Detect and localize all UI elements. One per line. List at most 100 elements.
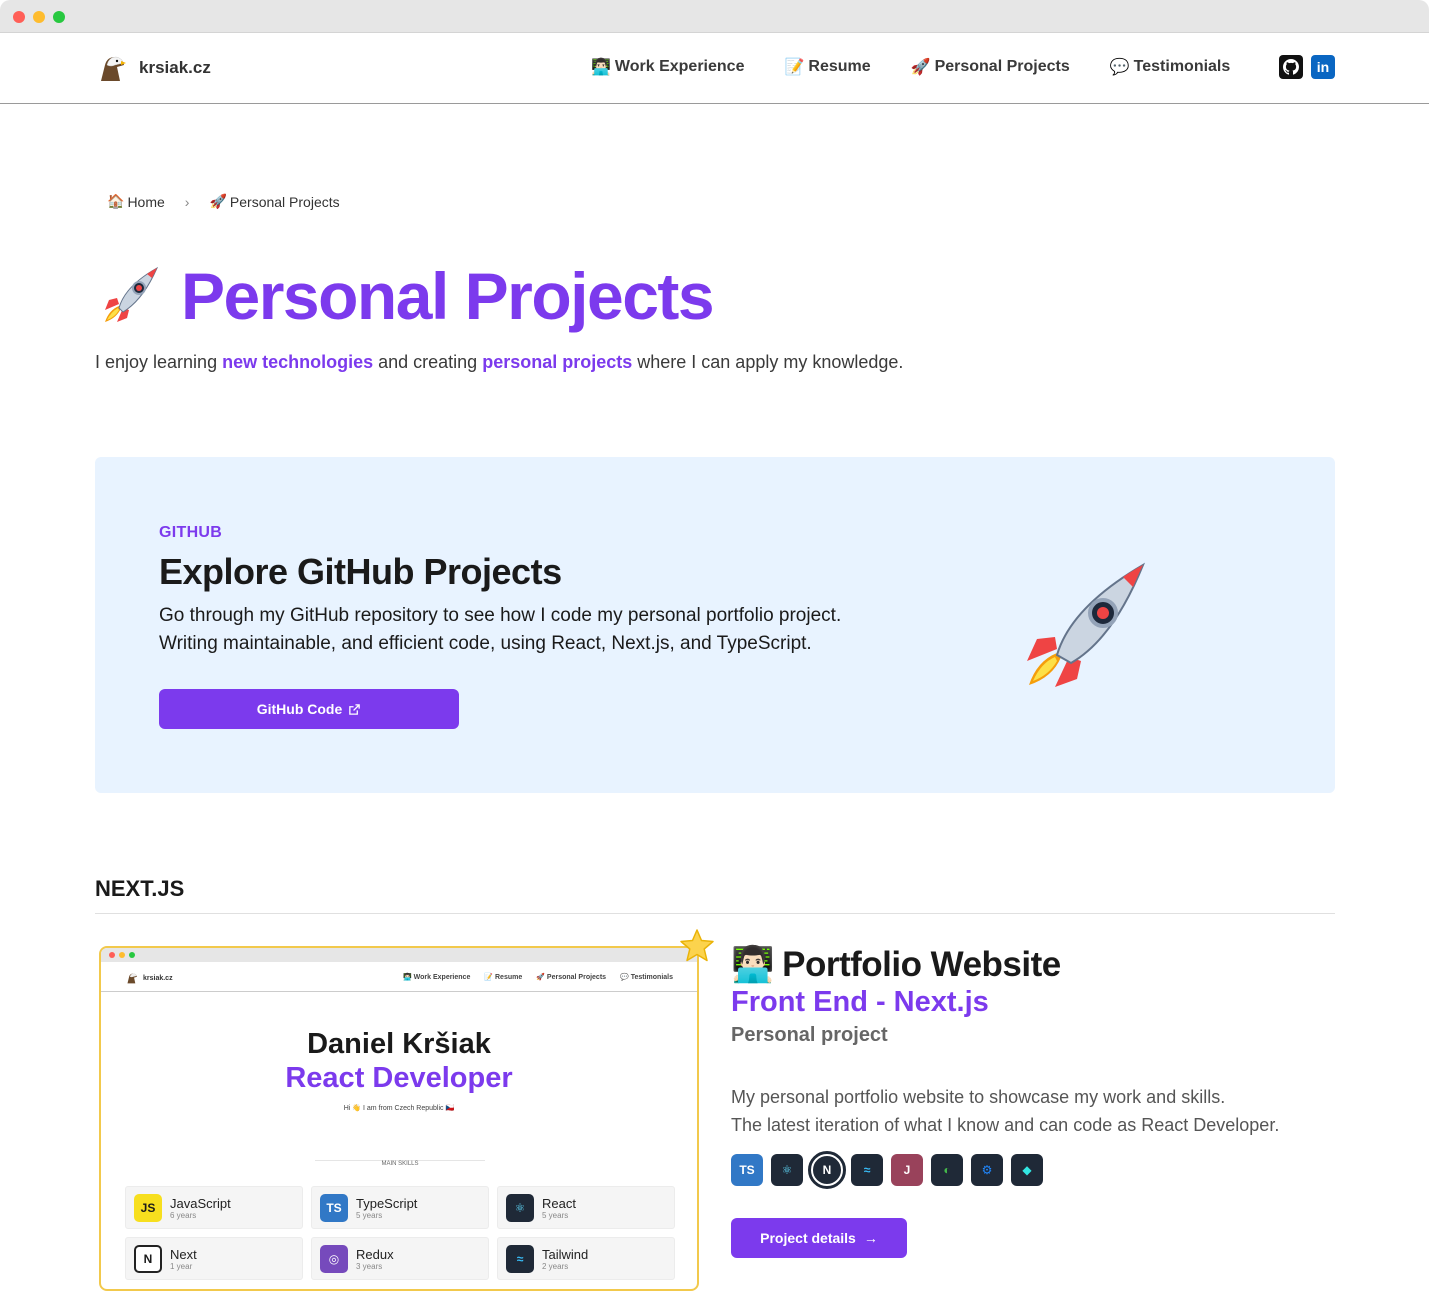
preview-skills-label: MAIN SKILLS [315,1160,485,1167]
preview-header: krsiak.cz 👨🏻‍💻 Work Experience 📝 Resume … [101,962,697,992]
project-subtitle: Front End - Next.js [731,986,989,1018]
preview-skill-name: JavaScript [170,1195,231,1211]
external-link-icon [349,703,361,715]
linkedin-icon[interactable]: in [1311,55,1335,79]
preview-dot [109,952,115,958]
preview-dot [119,952,125,958]
preview-skill-text: React 5 years [542,1196,576,1220]
preview-skill-name: Redux [356,1246,394,1262]
tailwind-icon: ≈ [506,1244,534,1273]
nav-label: Personal Projects [934,58,1070,75]
preview-skill-card: ⚛ React 5 years [497,1186,675,1229]
speech-bubble-icon: 💬 [1109,59,1130,76]
window-titlebar [0,0,1429,33]
button-label: GitHub Code [256,701,343,717]
section-title: NEXT.JS [95,876,185,901]
maximize-window-button[interactable] [53,11,65,23]
github-actions-icon: ⚙ [971,1154,1003,1186]
technologist-icon: 👨🏻‍💻 [731,945,775,984]
jest-icon: J [891,1154,923,1186]
chevron-right-icon: › [184,193,190,210]
description-line: Go through my GitHub repository to see h… [159,605,842,626]
nextjs-icon: N [808,1151,846,1189]
preview-skills-grid: JS JavaScript 6 years TS TypeScript 5 years ⚛ R… [125,1186,675,1280]
minimize-window-button[interactable] [33,11,45,23]
tech-stack: TS ⚛ N ≈ J ◐ ⚙ ◆ [731,1151,1043,1189]
preview-skill-card: N Next 1 year [125,1237,303,1280]
preview-skill-years: 2 years [542,1261,569,1271]
preview-dot [129,952,135,958]
nav-work-experience[interactable]: 👨🏻‍💻 Work Experience [591,57,744,77]
project-title-text: Portfolio Website [782,944,1061,984]
close-window-button[interactable] [13,11,25,23]
preview-skill-card: JS JavaScript 6 years [125,1186,303,1229]
site-logo-link[interactable]: krsiak.cz [95,51,211,85]
rocket-icon: 🚀 [209,193,227,209]
preview-skill-card: ◎ Redux 3 years [311,1237,489,1280]
star-icon [680,929,714,962]
preview-skill-text: Tailwind 2 years [542,1247,588,1271]
preview-skill-years: 5 years [542,1210,569,1220]
preview-skill-card: ≈ Tailwind 2 years [497,1237,675,1280]
breadcrumb-home[interactable]: 🏠 Home [107,193,165,210]
preview-nav-item: 👨🏻‍💻 Work Experience [403,974,471,981]
preview-role: React Developer [285,1062,513,1094]
rocket-icon: 🚀 [910,59,931,76]
description-line: My personal portfolio website to showcas… [731,1087,1226,1107]
section-divider [95,913,1335,914]
project-details-button[interactable]: Project details → [731,1218,907,1258]
github-card: GITHUB Explore GitHub Projects Go throug… [95,457,1335,793]
next-icon: N [134,1244,162,1273]
github-icon[interactable] [1279,55,1303,79]
intro-text: and creating [373,352,483,372]
github-card-description: Go through my GitHub repository to see h… [159,602,841,658]
breadcrumb-label: Personal Projects [229,193,340,210]
main-nav: 👨🏻‍💻 Work Experience 📝 Resume 🚀 Personal Pr… [591,57,1230,77]
project-screenshot[interactable]: krsiak.cz 👨🏻‍💻 Work Experience 📝 Resume … [99,946,699,1291]
house-icon: 🏠 [107,193,125,209]
page-title: Personal Projects [181,259,715,333]
preview-skill-name: React [542,1195,576,1211]
nav-testimonials[interactable]: 💬 Testimonials [1110,57,1231,77]
redux-icon: ◎ [320,1244,348,1273]
react-icon: ⚛ [771,1154,803,1186]
description-line: Writing maintainable, and efficient code… [159,633,812,654]
preview-nav-item: 🚀 Personal Projects [536,974,607,981]
preview-name: Daniel Kršiak [307,1028,491,1060]
javascript-icon: JS [134,1193,162,1222]
site-logo-text: krsiak.cz [139,58,211,77]
preview-skill-text: TypeScript 5 years [356,1196,417,1220]
nav-label: Work Experience [614,58,745,75]
page-intro: I enjoy learning new technologies and cr… [95,352,903,373]
preview-greeting: Hi 👋 I am from Czech Republic 🇨🇿 [343,1105,455,1112]
breadcrumb-personal-projects[interactable]: 🚀 Personal Projects [209,193,339,210]
nav-personal-projects[interactable]: 🚀 Personal Projects [911,57,1070,77]
preview-skill-name: Next [170,1246,197,1262]
breadcrumb-label: Home [127,193,165,210]
project-type: Personal project [731,1024,888,1046]
nav-resume[interactable]: 📝 Resume [784,57,870,77]
github-code-button[interactable]: GitHub Code [159,689,459,729]
netlify-icon: ◆ [1011,1154,1043,1186]
social-links: in [1279,55,1335,79]
page-heading: Personal Projects [95,258,715,334]
tailwind-icon: ≈ [851,1154,883,1186]
github-card-title: Explore GitHub Projects [159,551,562,592]
eagle-icon [127,973,137,984]
preview-skill-text: JavaScript 6 years [170,1196,231,1220]
preview-skill-years: 5 years [356,1210,383,1220]
intro-text: where I can apply my knowledge. [632,352,904,372]
playwright-icon: ◐ [931,1154,963,1186]
preview-nav-item: 💬 Testimonials [620,974,673,981]
intro-text: I enjoy learning [95,352,223,372]
preview-skill-card: TS TypeScript 5 years [311,1186,489,1229]
typescript-icon: TS [731,1154,763,1186]
button-label: Project details [760,1230,856,1246]
preview-skill-text: Redux 3 years [356,1247,394,1271]
preview-logo-text: krsiak.cz [143,974,173,982]
project-description: My personal portfolio website to showcas… [731,1083,1279,1139]
preview-skill-years: 6 years [170,1210,197,1220]
intro-highlight: personal projects [482,352,633,372]
intro-highlight: new technologies [222,352,374,372]
preview-skill-years: 1 year [170,1261,193,1271]
